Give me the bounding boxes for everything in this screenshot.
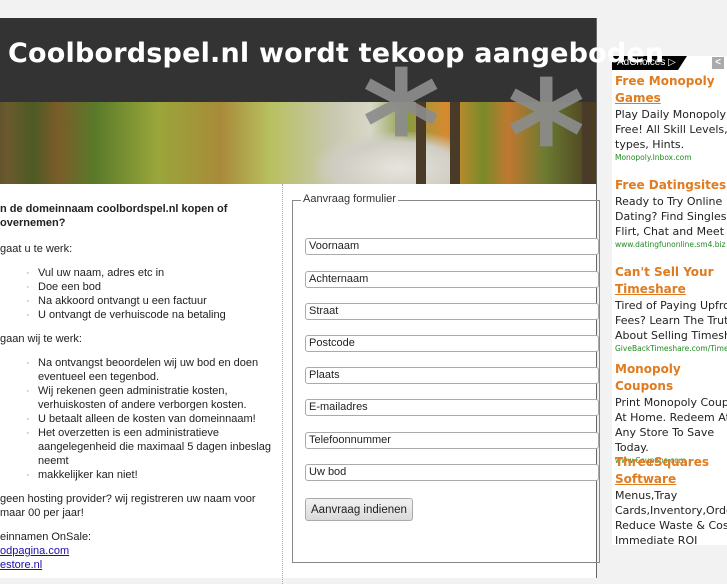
ad-item[interactable]: Monopoly Coupons Print Monopoly Coupon A… [615, 361, 727, 466]
column-divider [282, 184, 283, 584]
you-steps-heading: gaat u te werk: [0, 243, 73, 255]
ad-body: Fees? Learn The Truth [615, 314, 727, 327]
request-form: Aanvraag formulier Aanvraag indienen [292, 193, 600, 563]
asterisk-decoration: * [507, 50, 586, 224]
onsale-heading: einnamen OnSale: [0, 531, 92, 543]
ad-title[interactable]: Software [615, 472, 676, 486]
main-panel: Coolbordspel.nl wordt tekoop aangeboden … [0, 18, 664, 584]
intro-question: n de domeinnaam coolbordspel.nl kopen of… [0, 203, 228, 229]
ad-body: Play Daily Monopoly, A [615, 108, 727, 121]
ad-body: Cards,Inventory,Orderin [615, 504, 727, 517]
ad-item[interactable]: ThreeSquares Software Menus,Tray Cards,I… [615, 454, 727, 545]
ad-item[interactable]: Free Monopoly Games Play Daily Monopoly,… [615, 73, 727, 163]
list-item: U ontvangt de verhuiscode na betaling [0, 308, 282, 322]
onsale-link[interactable]: odpagina.com [0, 545, 69, 557]
street-field[interactable] [305, 303, 599, 320]
list-item: Doe een bod [0, 280, 282, 294]
list-item: Vul uw naam, adres etc in [0, 266, 282, 280]
ad-body: Today. [615, 441, 649, 454]
ad-body: Dating? Find Singles to [615, 210, 727, 223]
ad-body: Any Store To Save [615, 426, 715, 439]
ad-sidebar: AdChoices ▷ < Free Monopoly Games Play D… [612, 56, 727, 545]
list-item: U betaalt alleen de kosten van domeinnaa… [0, 412, 282, 426]
banner-tree [450, 102, 460, 184]
ad-url[interactable]: Monopoly.Inbox.com [615, 152, 727, 163]
list-item: Het overzetten is een administratieve aa… [0, 426, 282, 468]
ad-item[interactable]: Can't Sell Your Timeshare Tired of Payin… [615, 264, 727, 354]
first-name-field[interactable] [305, 238, 599, 255]
site-header: Coolbordspel.nl wordt tekoop aangeboden … [0, 18, 664, 212]
ad-title[interactable]: Free Monopoly [615, 73, 727, 90]
ad-body: Tired of Paying Upfront [615, 299, 727, 312]
ad-url[interactable]: GiveBackTimeshare.com/Time [615, 343, 727, 354]
ad-body: Immediate ROI [615, 534, 698, 545]
ad-collapse-icon[interactable]: < [712, 57, 724, 69]
ad-body: At Home. Redeem At [615, 411, 727, 424]
bid-field[interactable] [305, 464, 599, 481]
page-title: Coolbordspel.nl wordt tekoop aangeboden [8, 38, 665, 69]
ad-url[interactable]: www.datingfunonline.sm4.biz [615, 239, 727, 250]
last-name-field[interactable] [305, 271, 599, 288]
intro-section: n de domeinnaam coolbordspel.nl kopen of… [0, 202, 282, 572]
list-item: Na ontvangst beoordelen wij uw bod en do… [0, 356, 282, 384]
we-steps-list: Na ontvangst beoordelen wij uw bod en do… [0, 356, 282, 482]
list-item: makkelijker kan niet! [0, 468, 282, 482]
hosting-note: geen hosting provider? wij registreren u… [0, 493, 256, 519]
ad-body: Menus,Tray [615, 489, 678, 502]
ad-body: Free! All Skill Levels, A [615, 123, 727, 136]
we-steps-heading: gaan wij te werk: [0, 333, 82, 345]
onsale-link[interactable]: estore.nl [0, 559, 42, 571]
ad-title[interactable]: Monopoly Coupons [615, 361, 727, 395]
ad-title[interactable]: Timeshare [615, 282, 686, 296]
ad-title[interactable]: Games [615, 91, 661, 105]
ad-title[interactable]: Free Datingsites [615, 177, 727, 194]
ad-body: Print Monopoly Coupon [615, 396, 727, 409]
ad-title[interactable]: ThreeSquares [615, 454, 727, 471]
ad-item[interactable]: Free Datingsites Ready to Try Online Dat… [615, 177, 727, 250]
submit-request-button[interactable]: Aanvraag indienen [305, 498, 413, 521]
ad-body: About Selling Timeshar [615, 329, 727, 342]
email-field[interactable] [305, 399, 599, 416]
ad-body: Ready to Try Online [615, 195, 723, 208]
list-item: Wij rekenen geen administratie kosten, v… [0, 384, 282, 412]
phone-field[interactable] [305, 432, 599, 449]
ad-body: Flirt, Chat and Meet [615, 225, 725, 238]
asterisk-decoration: * [362, 40, 441, 214]
ad-title[interactable]: Can't Sell Your [615, 264, 727, 281]
ad-body: types, Hints. [615, 138, 685, 151]
postcode-field[interactable] [305, 335, 599, 352]
list-item: Na akkoord ontvangt u een factuur [0, 294, 282, 308]
city-field[interactable] [305, 367, 599, 384]
ad-body: Reduce Waste & Cost - [615, 519, 727, 532]
you-steps-list: Vul uw naam, adres etc in Doe een bod Na… [0, 266, 282, 322]
